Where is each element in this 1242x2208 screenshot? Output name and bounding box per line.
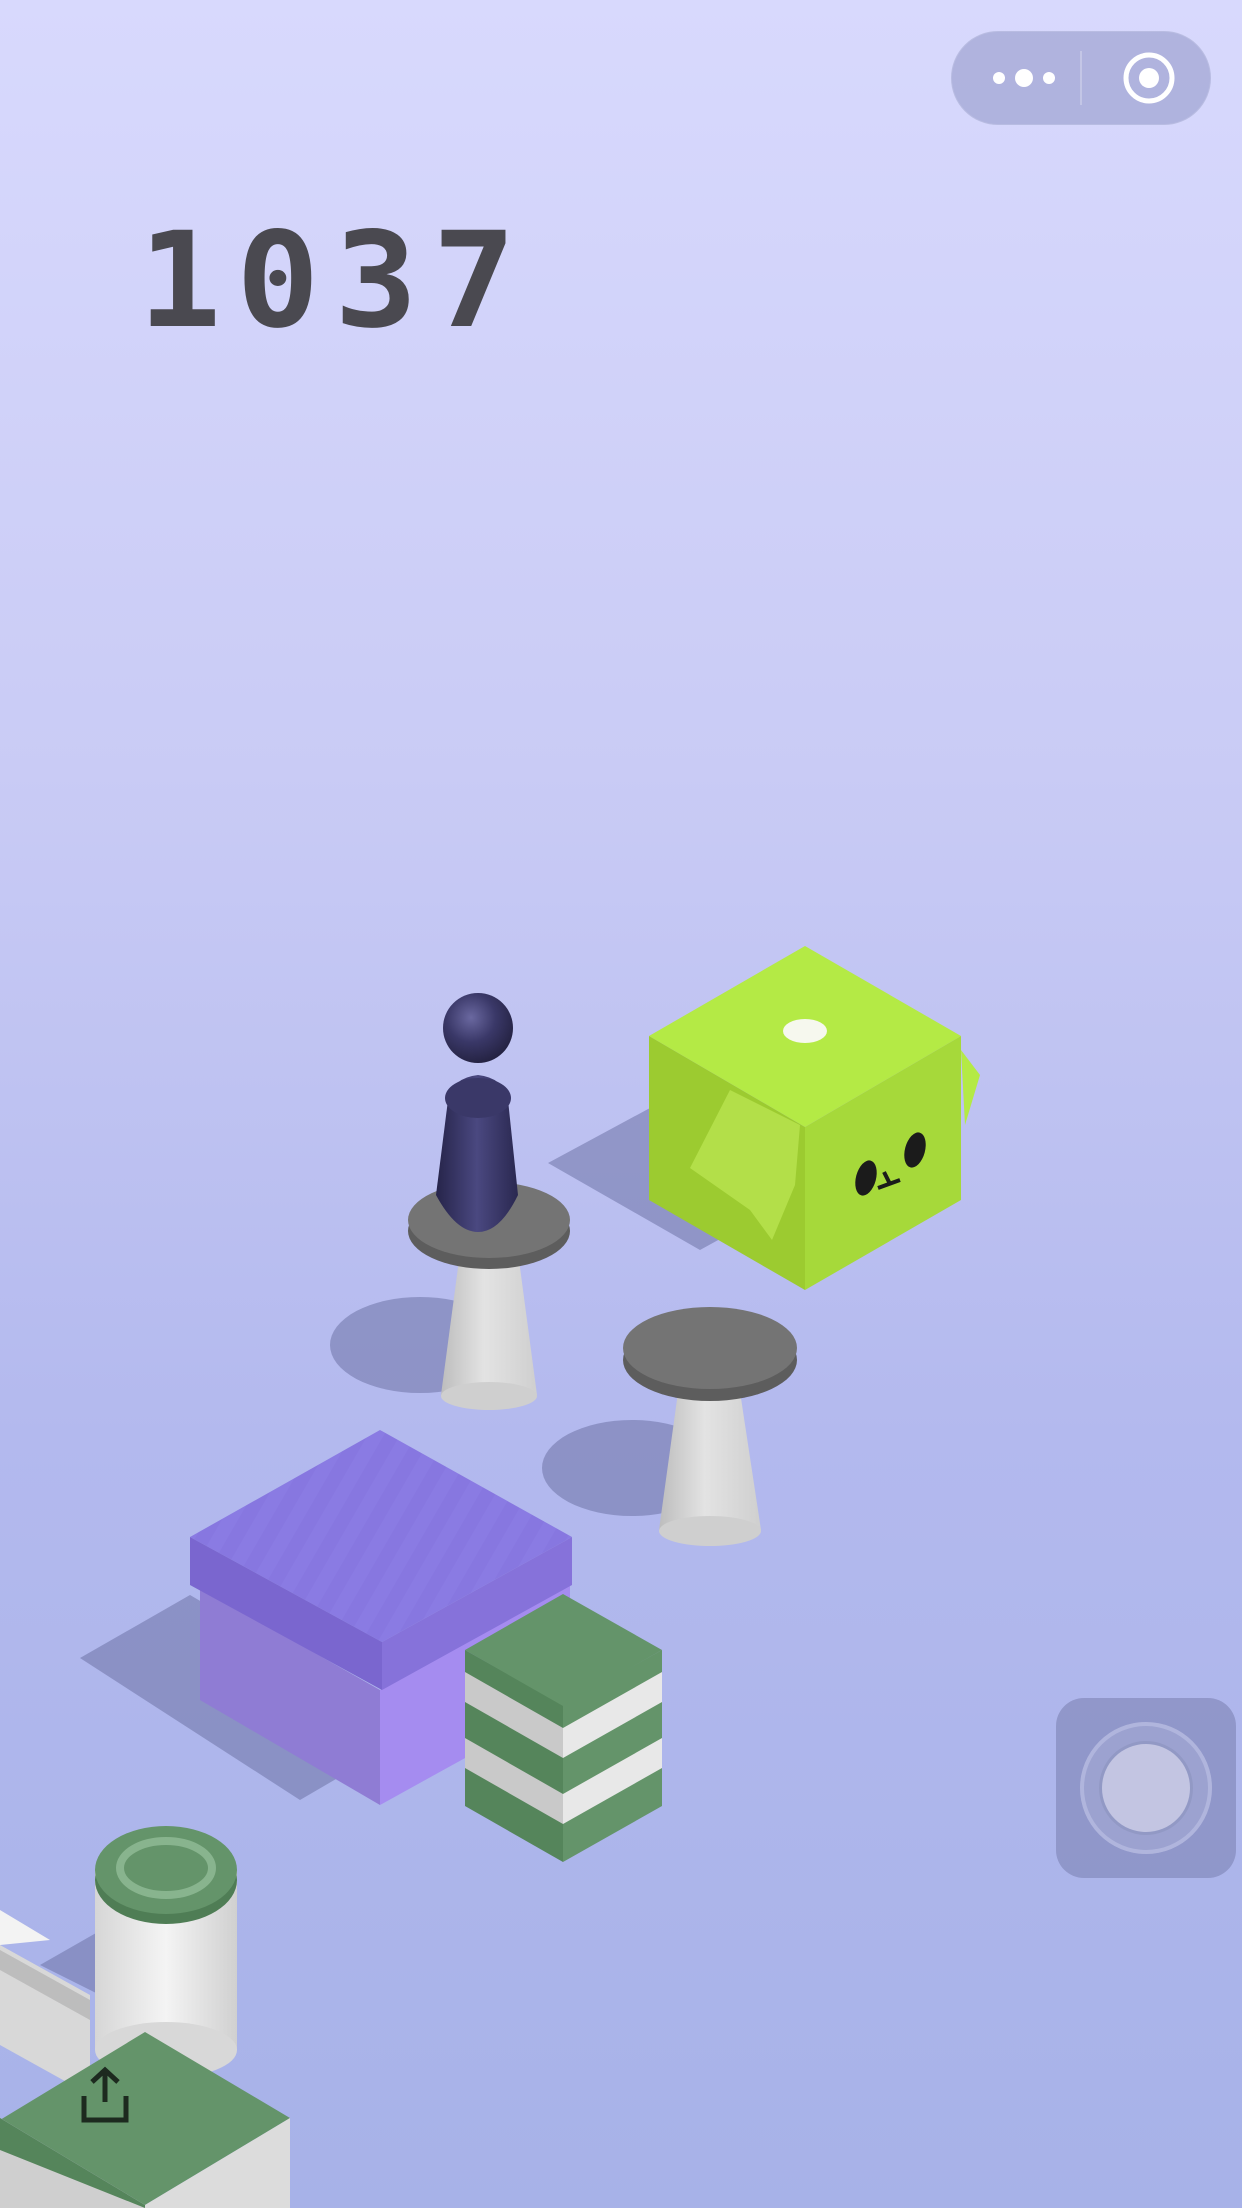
press-hold-button[interactable] — [1056, 1698, 1236, 1878]
share-upload-icon[interactable] — [78, 2066, 132, 2124]
game-screen[interactable]: 1037 — [0, 0, 1242, 2208]
target-circle-icon[interactable] — [1121, 50, 1177, 106]
score-counter: 1037 — [138, 204, 531, 358]
more-dots-icon[interactable] — [991, 58, 1057, 98]
player-character — [436, 993, 518, 1232]
cylinder-block — [95, 1826, 237, 2078]
menu-capsule — [951, 31, 1211, 125]
capsule-divider — [1080, 51, 1082, 105]
press-knob-icon — [1102, 1744, 1190, 1832]
white-block-edge — [0, 1910, 90, 2095]
stacked-striped-block — [465, 1594, 662, 1862]
